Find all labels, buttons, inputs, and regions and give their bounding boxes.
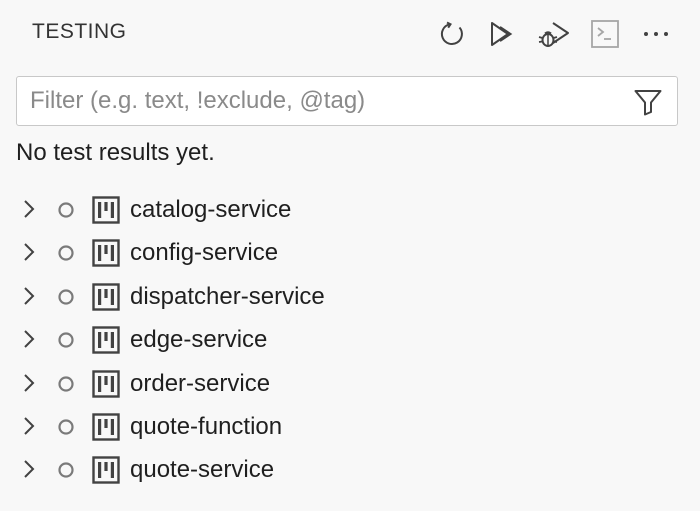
test-tree: catalog-service config-service dispatche… <box>0 188 700 492</box>
testing-panel: TESTING Filter (e.g. text, !exclude, @ta… <box>0 0 700 511</box>
filter-box <box>16 76 678 126</box>
chevron-right-icon[interactable] <box>18 415 40 437</box>
tree-item-label: order-service <box>130 369 271 397</box>
ellipsis-icon <box>644 32 668 36</box>
circle-outline-icon <box>58 245 74 261</box>
circle-outline-icon <box>58 419 74 435</box>
refresh-tests-button[interactable] <box>432 14 472 54</box>
circle-outline-icon <box>58 462 74 478</box>
test-results-status: No test results yet. <box>16 139 215 166</box>
tree-item-label: config-service <box>130 239 279 267</box>
debug-all-tests-button[interactable] <box>534 14 574 54</box>
circle-outline-icon <box>58 202 74 218</box>
tree-item[interactable]: quote-function <box>0 405 700 448</box>
chevron-right-icon[interactable] <box>18 241 40 263</box>
tree-item-label: dispatcher-service <box>130 282 325 310</box>
tree-item[interactable]: dispatcher-service <box>0 275 700 318</box>
filter-input[interactable] <box>17 77 617 125</box>
project-icon <box>92 196 120 224</box>
chevron-right-icon[interactable] <box>18 328 40 350</box>
panel-title: TESTING <box>32 20 127 43</box>
project-icon <box>92 369 120 398</box>
show-output-button[interactable] <box>585 14 625 54</box>
circle-outline-icon <box>58 289 74 305</box>
refresh-icon <box>440 21 463 45</box>
tree-item-label: edge-service <box>130 326 268 354</box>
filter-icon <box>634 90 662 116</box>
debug-all-icon <box>538 22 569 47</box>
more-actions-button[interactable] <box>636 14 676 54</box>
chevron-right-icon[interactable] <box>18 372 40 394</box>
run-all-icon <box>491 22 513 46</box>
panel-header: TESTING <box>0 0 700 70</box>
filter-options-button[interactable] <box>631 85 665 119</box>
project-icon <box>92 413 120 441</box>
tree-item[interactable]: catalog-service <box>0 188 700 231</box>
header-actions <box>432 14 687 54</box>
tree-item-label: quote-function <box>130 412 283 440</box>
project-icon <box>92 326 120 354</box>
chevron-right-icon[interactable] <box>18 198 40 220</box>
tree-item[interactable]: order-service <box>0 362 700 405</box>
circle-outline-icon <box>58 332 74 348</box>
tree-item[interactable]: config-service <box>0 231 700 274</box>
tree-item-label: catalog-service <box>130 196 292 223</box>
terminal-icon <box>591 20 619 48</box>
tree-item[interactable]: quote-service <box>0 448 700 491</box>
circle-outline-icon <box>58 375 74 392</box>
run-all-tests-button[interactable] <box>483 14 523 54</box>
tree-item[interactable]: edge-service <box>0 318 700 361</box>
tree-item-label: quote-service <box>130 456 275 484</box>
chevron-right-icon[interactable] <box>18 285 40 307</box>
chevron-right-icon[interactable] <box>18 458 40 480</box>
project-icon <box>92 239 120 268</box>
project-icon <box>92 456 120 485</box>
project-icon <box>92 283 120 311</box>
